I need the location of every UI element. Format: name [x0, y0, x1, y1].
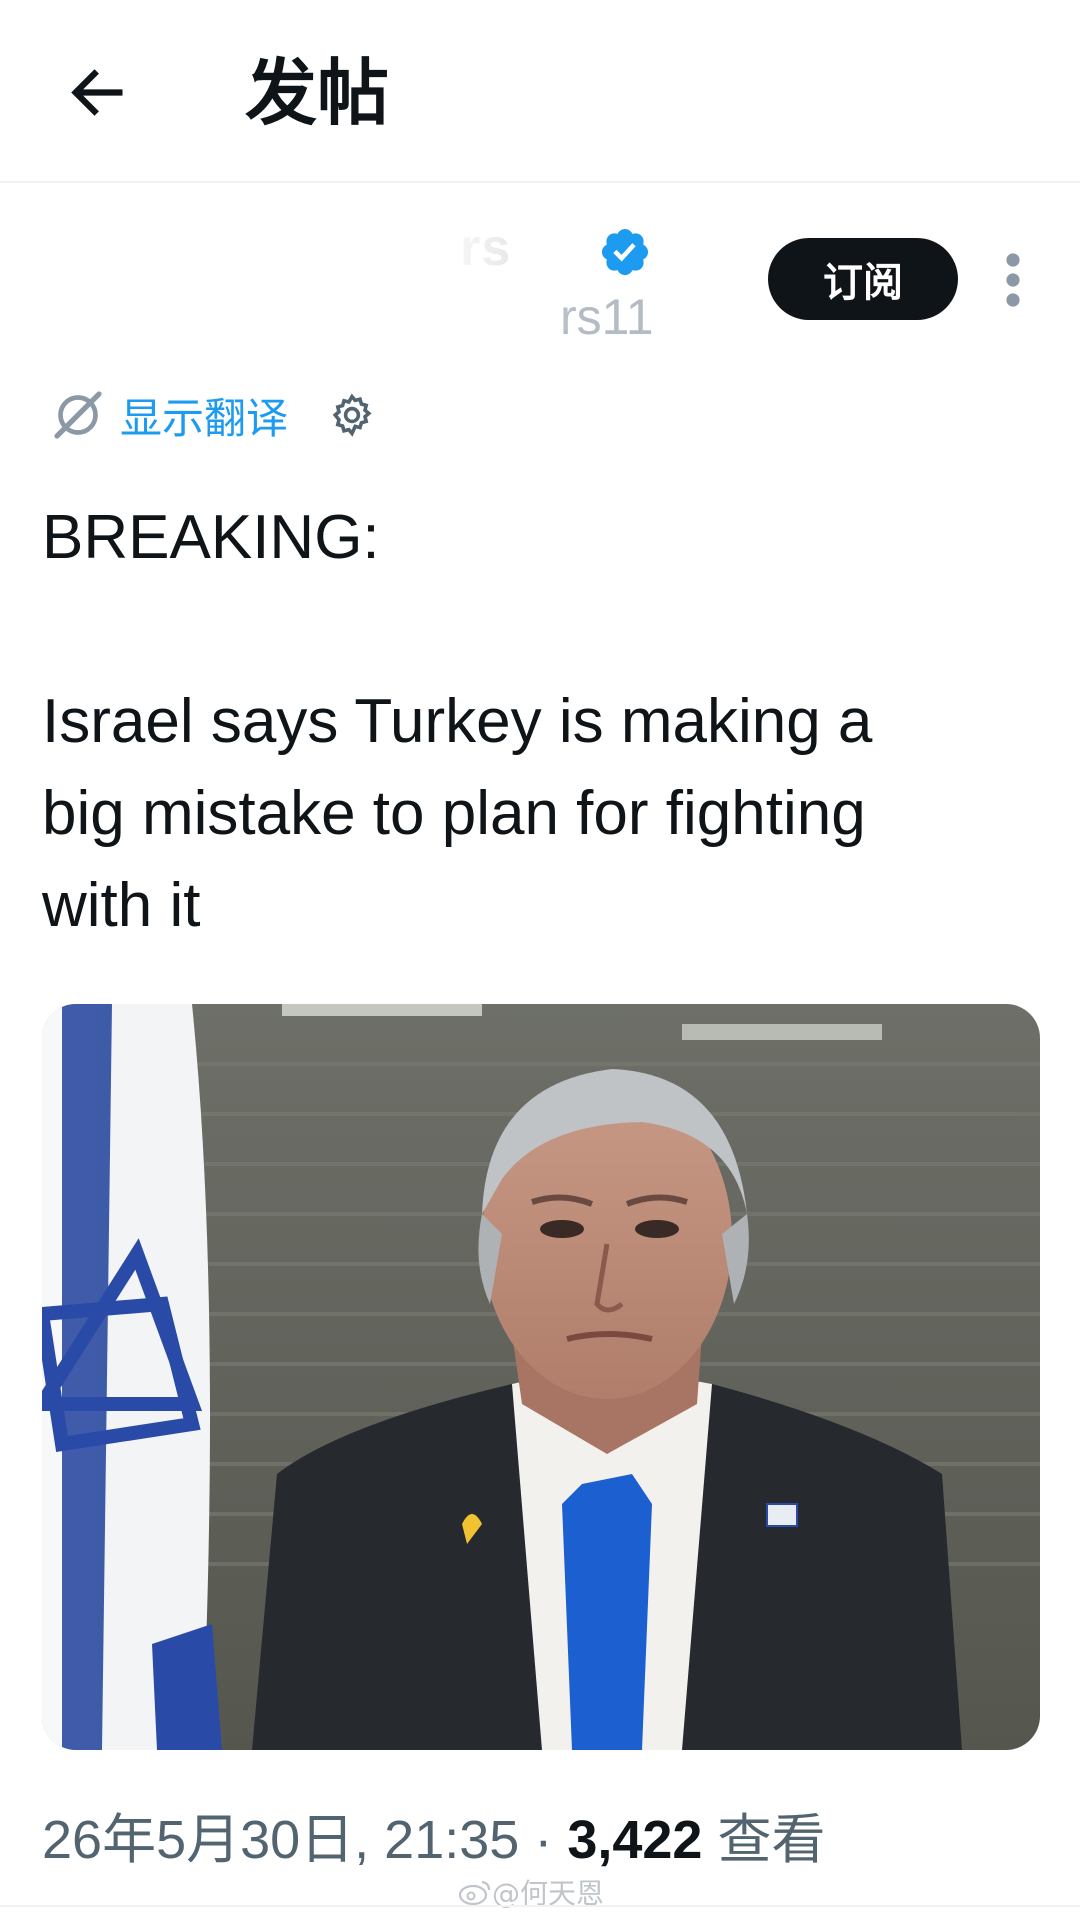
view-count: 3,422	[567, 1810, 703, 1870]
photo-illustration	[42, 1004, 1040, 1750]
author-row: rs rs11 订阅	[0, 200, 1080, 360]
more-vertical-icon[interactable]	[993, 250, 1033, 310]
show-translation-link[interactable]: 显示翻译	[120, 385, 288, 446]
verified-badge-icon	[601, 228, 649, 276]
subscribe-button[interactable]: 订阅	[768, 238, 958, 320]
redaction-blur	[40, 210, 580, 330]
post-timestamp[interactable]: 26年5月30日, 21:35	[42, 1810, 519, 1870]
meta-separator: ·	[519, 1810, 568, 1870]
view-label: 查看	[702, 1810, 826, 1870]
translate-icon	[54, 391, 102, 439]
translate-row[interactable]: 显示翻译	[50, 385, 376, 445]
arrow-left-icon[interactable]	[60, 55, 135, 130]
header-divider	[0, 181, 1080, 183]
weibo-icon	[458, 1880, 491, 1906]
top-app-bar: 发帖	[0, 0, 1080, 182]
gear-icon[interactable]	[328, 391, 376, 439]
page-title: 发帖	[245, 51, 390, 135]
bottom-divider	[0, 1905, 1080, 1907]
post-image[interactable]	[42, 1004, 1040, 1750]
post-text: BREAKING: Israel says Turkey is making a…	[42, 503, 873, 940]
post-meta: 26年5月30日, 21:35 · 3,422 查看	[42, 1795, 825, 1874]
